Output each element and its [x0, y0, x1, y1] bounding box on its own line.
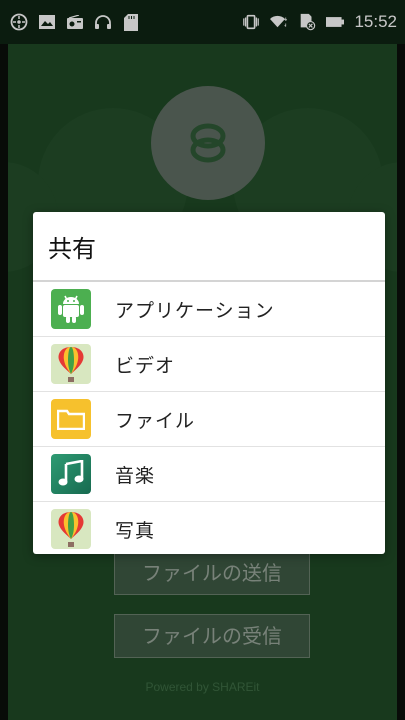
music-note-icon	[51, 454, 91, 494]
share-option-label: 音楽	[115, 464, 156, 487]
share-option-label: アプリケーション	[115, 299, 275, 322]
share-option-label: 写真	[115, 519, 156, 542]
share-option-label: ビデオ	[115, 354, 176, 377]
dialog-title: 共有	[33, 212, 385, 282]
share-option-photos[interactable]: 写真	[33, 502, 385, 554]
share-option-video[interactable]: ビデオ	[33, 337, 385, 392]
share-option-files[interactable]: ファイル	[33, 392, 385, 447]
android-icon	[51, 289, 91, 329]
folder-icon	[51, 399, 91, 439]
share-dialog: 共有 アプリケーション ビデオ ファイル 音楽 写真	[33, 212, 385, 554]
share-option-applications[interactable]: アプリケーション	[33, 282, 385, 337]
video-balloon-icon	[51, 344, 91, 384]
share-option-music[interactable]: 音楽	[33, 447, 385, 502]
share-option-label: ファイル	[115, 409, 196, 432]
photo-balloon-icon	[51, 509, 91, 549]
